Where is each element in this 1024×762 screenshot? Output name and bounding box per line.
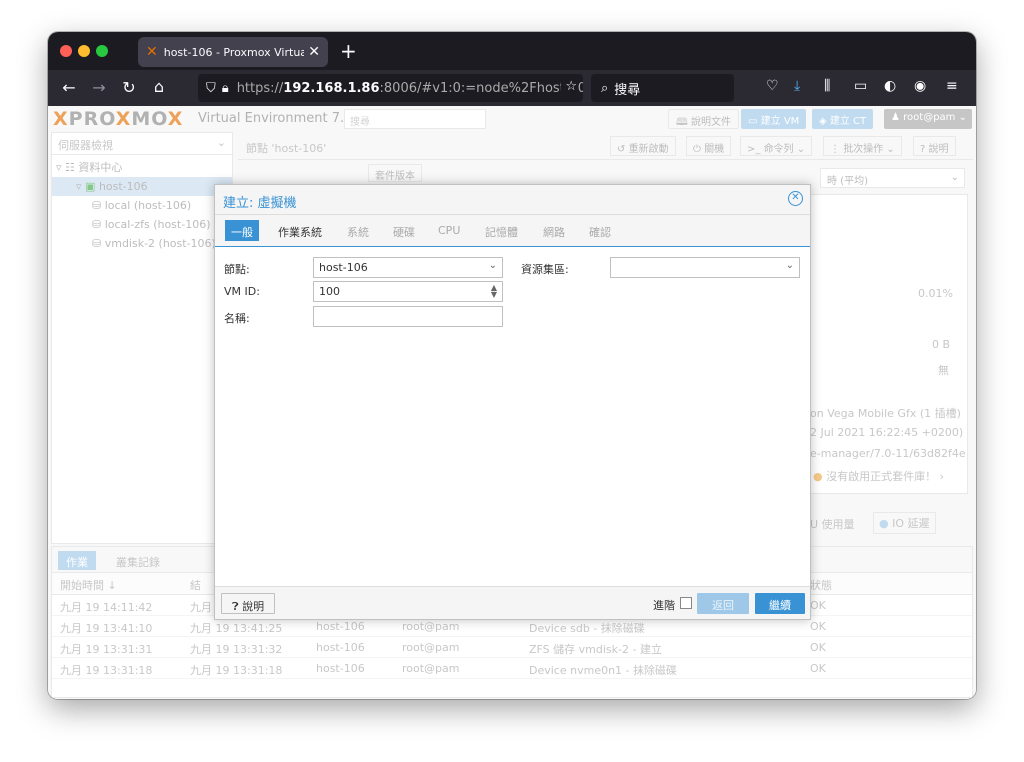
- tab-cpu[interactable]: CPU: [432, 220, 466, 241]
- chevron-down-icon: ⌄: [488, 260, 497, 271]
- search-icon: ⌕: [601, 80, 609, 96]
- dialog-footer: ❓︎ 說明 進階 返回 繼續: [215, 587, 810, 619]
- tab-bar: ✕ host-106 - Proxmox Virtual Envi ✕ +: [48, 32, 976, 70]
- search-box[interactable]: ⌕ 搜尋: [591, 74, 734, 102]
- new-tab-button[interactable]: +: [340, 39, 357, 63]
- shield-icon[interactable]: ⛉: [206, 81, 216, 96]
- tab-os[interactable]: 作業系統: [272, 220, 328, 241]
- advanced-label: 進階: [653, 599, 675, 612]
- name-label: 名稱:: [224, 312, 250, 325]
- vmid-label: VM ID:: [224, 285, 260, 298]
- pool-select[interactable]: ⌄: [610, 257, 800, 278]
- downloads-icon[interactable]: ⤓: [794, 78, 800, 94]
- advanced-checkbox[interactable]: [680, 597, 692, 609]
- library-icon[interactable]: ⫼: [824, 78, 830, 94]
- node-label: 節點:: [224, 263, 250, 276]
- name-input[interactable]: [313, 306, 503, 327]
- chevron-down-icon: ⌄: [785, 260, 794, 271]
- lock-icon[interactable]: 🔒︎: [222, 81, 229, 96]
- dialog-body: 節點: host-106 ⌄ VM ID: 100 ▲ ▼ 名稱: 資源集區: ⌄: [215, 247, 810, 587]
- vmid-stepper[interactable]: 100 ▲ ▼: [313, 281, 503, 302]
- url-bar[interactable]: ⛉ 🔒︎ https://192.168.1.86:8006/#v1:0:=no…: [198, 74, 583, 102]
- tab-memory[interactable]: 記憶體: [479, 220, 524, 241]
- extension-icon[interactable]: ◐: [884, 78, 896, 94]
- close-icon[interactable]: ✕: [788, 191, 803, 206]
- reload-icon[interactable]: ↻: [114, 78, 144, 97]
- close-window-button[interactable]: [60, 45, 72, 57]
- spinner-icon[interactable]: ▲ ▼: [491, 284, 497, 299]
- back-button[interactable]: 返回: [697, 593, 749, 614]
- tab-confirm[interactable]: 確認: [583, 220, 617, 241]
- pocket-icon[interactable]: ♡: [766, 78, 779, 94]
- browser-window: ✕ host-106 - Proxmox Virtual Envi ✕ + ← …: [48, 32, 976, 699]
- tab-network[interactable]: 網路: [537, 220, 571, 241]
- maximize-window-button[interactable]: [96, 45, 108, 57]
- menu-icon[interactable]: ≡: [946, 78, 958, 94]
- bookmark-star-icon[interactable]: ☆: [561, 79, 577, 94]
- tab-system[interactable]: 系統: [341, 220, 375, 241]
- forward-arrow-icon[interactable]: →: [84, 78, 114, 97]
- tab-title: host-106 - Proxmox Virtual Envi: [163, 45, 305, 59]
- close-tab-icon[interactable]: ✕: [308, 44, 320, 60]
- home-icon[interactable]: ⌂: [144, 77, 174, 96]
- url-host: 192.168.1.86: [283, 80, 380, 96]
- browser-tab[interactable]: ✕ host-106 - Proxmox Virtual Envi ✕: [138, 37, 328, 67]
- dialog-title: 建立: 虛擬機: [223, 196, 297, 211]
- help-icon: ❓︎: [232, 600, 239, 613]
- help-button[interactable]: ❓︎ 說明: [221, 593, 276, 614]
- minimize-window-button[interactable]: [78, 45, 90, 57]
- nav-bar: ← → ↻ ⌂ ⛉ 🔒︎ https://192.168.1.86:8006/#…: [48, 70, 976, 106]
- node-select[interactable]: host-106 ⌄: [313, 257, 503, 278]
- tab-disk[interactable]: 硬碟: [387, 220, 421, 241]
- sidebar-icon[interactable]: ▭: [854, 78, 867, 94]
- next-button[interactable]: 繼續: [755, 593, 805, 614]
- search-label: 搜尋: [614, 82, 641, 98]
- back-arrow-icon[interactable]: ←: [54, 78, 84, 97]
- create-vm-dialog: 建立: 虛擬機 ✕ 一般 作業系統 系統 硬碟 CPU 記憶體 網路 確認 節點…: [214, 184, 811, 620]
- dialog-header: 建立: 虛擬機 ✕: [215, 185, 810, 215]
- wizard-tabs: 一般 作業系統 系統 硬碟 CPU 記憶體 網路 確認: [215, 215, 810, 247]
- tab-general[interactable]: 一般: [225, 220, 259, 241]
- pool-label: 資源集區:: [521, 263, 569, 276]
- url-scheme: https://: [236, 80, 284, 96]
- url-path: :8006/#v1:0:=node%2Fhost-106:4:: [379, 80, 583, 96]
- proxmox-favicon-icon: ✕: [146, 44, 158, 60]
- account-icon[interactable]: ◉: [914, 78, 926, 94]
